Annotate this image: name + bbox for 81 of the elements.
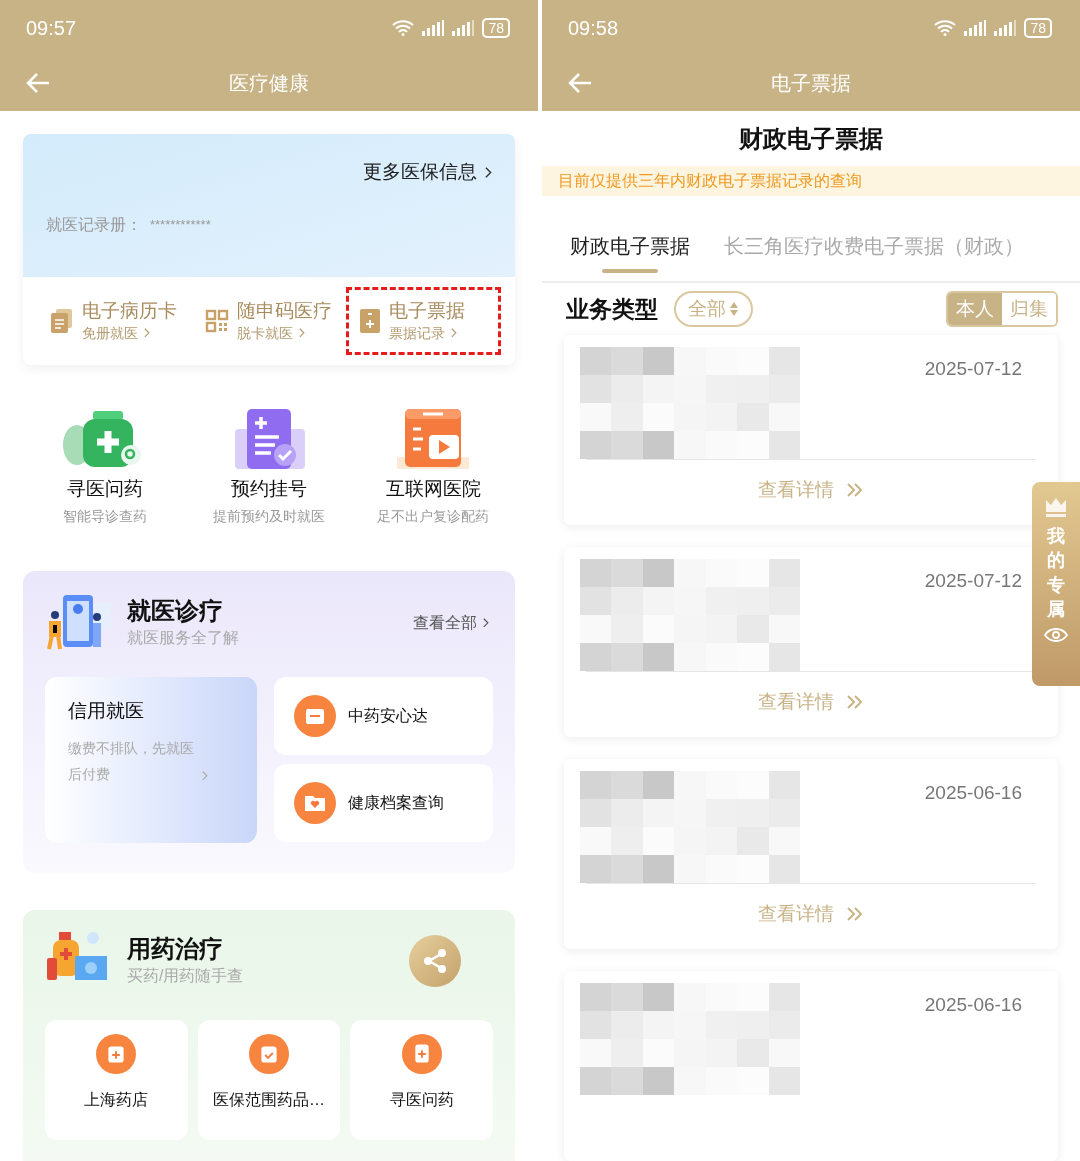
battery-icon: 78 (482, 17, 510, 38)
service-label: 健康档案查询 (348, 792, 444, 813)
more-insurance-info-link[interactable]: 更多医保信息 (363, 158, 492, 187)
medicine-plus-icon (401, 1033, 442, 1074)
crown-icon (1045, 496, 1067, 518)
quick-link-title: 电子病历卡 (82, 298, 177, 323)
quick-link-title: 电子票据 (389, 298, 466, 323)
heart-folder-icon (294, 781, 336, 824)
qr-code-icon (204, 309, 229, 333)
promo-title: 信用就医 (68, 698, 145, 723)
back-arrow-icon[interactable] (568, 72, 592, 94)
tile-label: 寻医问药 (389, 1089, 454, 1110)
feature-title: 寻医问药 (67, 477, 143, 501)
receipt-date: 2025-06-16 (924, 993, 1022, 1017)
pharmacy-icon (96, 1033, 137, 1074)
feature-subtitle: 智能导诊查药 (63, 506, 147, 526)
feature-title: 互联网医院 (385, 477, 481, 501)
tab[interactable]: 财政电子票据 (570, 230, 690, 281)
status-time: 09:57 (26, 15, 77, 41)
chevron-right-icon (485, 166, 492, 178)
double-chevron-icon (846, 694, 864, 711)
quick-link-subtitle: 免册就医 (82, 323, 138, 343)
eye-icon (1044, 627, 1068, 644)
status-time: 09:58 (568, 15, 619, 41)
medicine-tile[interactable]: 上海药店 (45, 1019, 188, 1140)
chevron-right-icon (451, 328, 458, 338)
signal-icon (452, 19, 475, 36)
side-tab-label: 我的专属 (1047, 525, 1065, 621)
quick-link-subtitle: 脱卡就医 (236, 323, 293, 343)
receipt-date: 2025-06-16 (924, 781, 1022, 805)
promo-text: 缴费不排队，先就医后付费 (68, 739, 195, 784)
page-title: 医疗健康 (229, 71, 309, 96)
feature-entry[interactable]: 预约挂号 提前预约及时就医 (187, 409, 351, 527)
battery-icon: 78 (1024, 17, 1052, 38)
quick-link-title: 随申码医疗 (236, 298, 332, 323)
wifi-icon (934, 19, 957, 36)
signal-icon (422, 19, 445, 36)
record-label: 就医记录册： (46, 214, 142, 235)
view-all-link[interactable]: 查看全部 (413, 610, 489, 635)
service-card[interactable]: 中药安心达 (274, 676, 493, 755)
signal-icon (994, 19, 1017, 36)
double-chevron-icon (846, 482, 864, 499)
tile-label: 医保范围药品… (213, 1089, 325, 1110)
feature-title: 预约挂号 (231, 477, 307, 501)
medicine-check-icon (249, 1033, 289, 1074)
feature-entry[interactable]: 互联网医院 足不出户复诊配药 (351, 409, 515, 527)
medicine-tile[interactable]: 医保范围药品… (197, 1019, 341, 1140)
chevron-right-icon (202, 771, 208, 781)
back-arrow-icon[interactable] (26, 72, 50, 94)
page-title: 电子票据 (771, 71, 851, 96)
feature-entry[interactable]: 寻医问药 智能导诊查药 (23, 409, 187, 527)
section-title: 就医诊疗 (127, 595, 224, 626)
document-stack-icon (50, 308, 74, 334)
section-title: 用药治疗 (127, 933, 224, 964)
receipt-date: 2025-07-12 (924, 357, 1022, 381)
feature-subtitle: 提前预约及时就医 (213, 506, 325, 526)
filter-label: 业务类型 (566, 294, 658, 324)
signal-icon (964, 19, 987, 36)
medicine-tile[interactable]: 寻医问药 (350, 1019, 493, 1140)
service-label: 中药安心达 (348, 705, 428, 726)
service-card[interactable]: 健康档案查询 (274, 763, 493, 842)
medicine-box-icon (294, 694, 336, 737)
receipt-plus-icon (359, 308, 382, 334)
feature-subtitle: 足不出户复诊配药 (377, 506, 489, 526)
chevron-right-icon (298, 328, 305, 338)
quick-link-subtitle: 票据记录 (389, 323, 446, 343)
receipt-date: 2025-07-12 (924, 569, 1022, 593)
notice-text: 目前仅提供三年内财政电子票据记录的查询 (558, 170, 862, 191)
tile-label: 上海药店 (84, 1089, 149, 1110)
share-icon (422, 947, 448, 974)
record-number: ************ (150, 215, 211, 234)
double-chevron-icon (846, 906, 864, 923)
wifi-icon (392, 19, 415, 36)
chevron-right-icon (144, 328, 150, 338)
chevron-right-icon (483, 617, 489, 628)
page-heading: 财政电子票据 (739, 123, 883, 154)
section-subtitle: 就医服务全了解 (127, 627, 239, 648)
credit-care-card[interactable]: 信用就医 缴费不排队，先就医后付费 (45, 676, 257, 843)
sort-icon (729, 300, 739, 317)
share-button[interactable] (409, 934, 461, 987)
section-subtitle: 买药/用药随手查 (127, 965, 244, 986)
